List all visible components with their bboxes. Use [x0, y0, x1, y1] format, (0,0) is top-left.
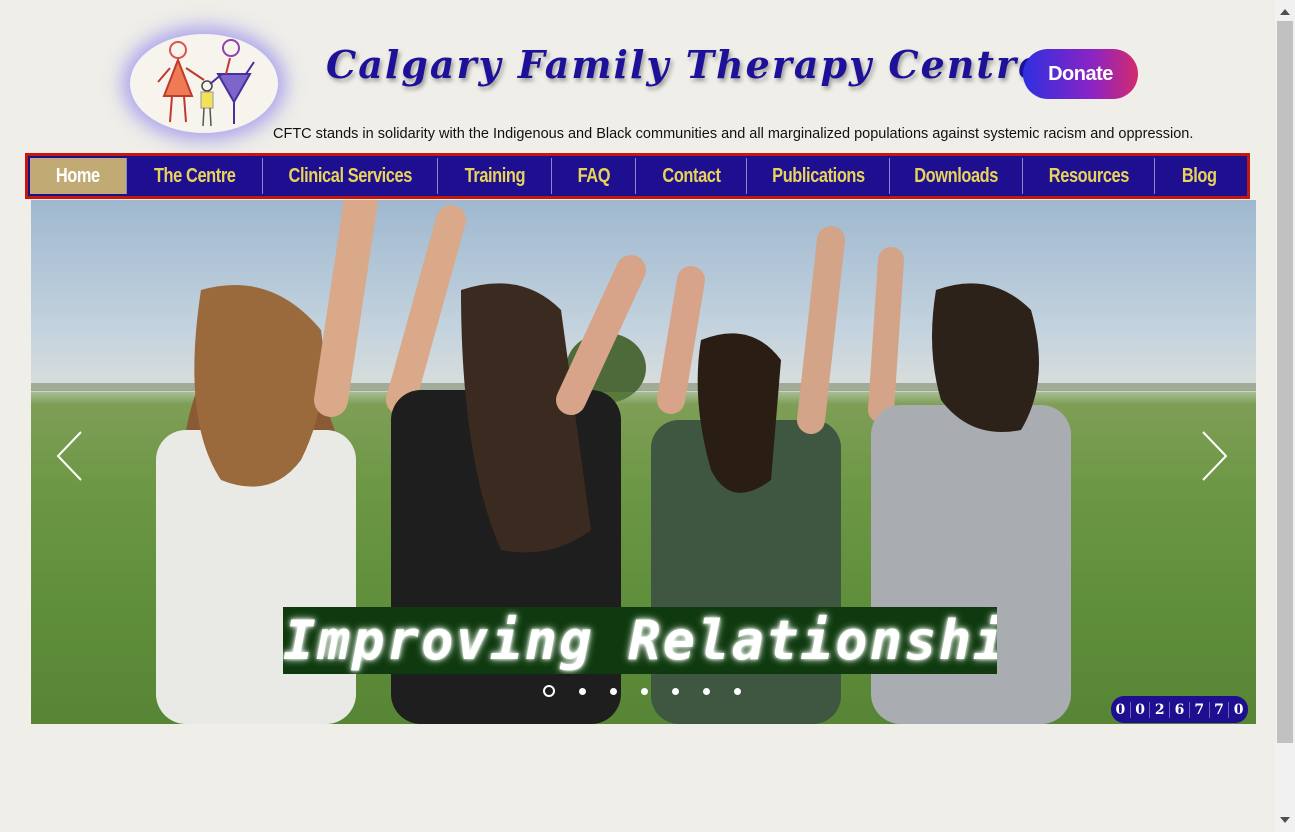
slide-indicators	[543, 685, 765, 697]
counter-digit: 7	[1190, 701, 1210, 718]
nav-item-contact[interactable]: Contact	[636, 158, 747, 194]
nav-label: Home	[56, 164, 100, 187]
visitor-counter: 0 0 2 6 7 7 0	[1111, 696, 1248, 723]
counter-digit: 2	[1150, 701, 1171, 718]
counter-digit: 0	[1233, 701, 1244, 718]
nav-item-faq[interactable]: FAQ	[552, 158, 636, 194]
nav-label: Training	[464, 164, 525, 187]
nav-item-the-centre[interactable]: The Centre	[127, 158, 263, 194]
hero-slideshow[interactable]: Improving Relationships 0 0 2 6 7 7 0	[31, 200, 1256, 724]
counter-digit: 0	[1131, 701, 1151, 718]
slide-dot-7[interactable]	[734, 687, 741, 695]
site-title: Calgary Family Therapy Centre	[326, 42, 1045, 87]
nav-item-home[interactable]: Home	[30, 158, 127, 194]
slide-dot-2[interactable]	[579, 687, 586, 695]
nav-label: Downloads	[914, 164, 998, 187]
slide-dot-6[interactable]	[703, 687, 710, 695]
family-logo-icon	[157, 39, 255, 127]
slide-dot-4[interactable]	[641, 687, 648, 695]
nav-label: Contact	[661, 164, 721, 187]
nav-item-clinical-services[interactable]: Clinical Services	[263, 158, 438, 194]
nav-item-training[interactable]: Training	[438, 158, 552, 194]
main-nav: Home The Centre Clinical Services Traini…	[25, 153, 1250, 199]
nav-label: FAQ	[577, 164, 610, 187]
chevron-left-icon[interactable]	[55, 430, 85, 482]
nav-item-downloads[interactable]: Downloads	[890, 158, 1023, 194]
nav-item-resources[interactable]: Resources	[1023, 158, 1155, 194]
solidarity-tagline: CFTC stands in solidarity with the Indig…	[273, 126, 1194, 142]
nav-item-publications[interactable]: Publications	[747, 158, 890, 194]
scroll-up-arrow-icon[interactable]	[1280, 9, 1290, 15]
site-logo[interactable]	[130, 34, 278, 133]
nav-item-blog[interactable]: Blog	[1155, 158, 1243, 194]
chevron-right-icon[interactable]	[1199, 430, 1229, 482]
page-scrollbar[interactable]	[1275, 0, 1295, 832]
counter-digit: 0	[1111, 701, 1131, 718]
nav-label: The Centre	[153, 164, 236, 187]
slide-dot-1[interactable]	[543, 685, 555, 697]
nav-label: Resources	[1048, 164, 1129, 187]
hero-caption: Improving Relationships	[283, 607, 997, 674]
scroll-thumb[interactable]	[1277, 21, 1293, 743]
nav-label: Publications	[771, 164, 865, 187]
counter-digit: 7	[1210, 701, 1230, 718]
slide-dot-3[interactable]	[610, 687, 617, 695]
scroll-down-arrow-icon[interactable]	[1280, 817, 1290, 823]
counter-digit: 6	[1170, 701, 1190, 718]
nav-label: Clinical Services	[288, 164, 412, 187]
nav-label: Blog	[1181, 164, 1217, 187]
donate-button[interactable]: Donate	[1023, 49, 1138, 99]
slide-dot-5[interactable]	[672, 687, 679, 695]
